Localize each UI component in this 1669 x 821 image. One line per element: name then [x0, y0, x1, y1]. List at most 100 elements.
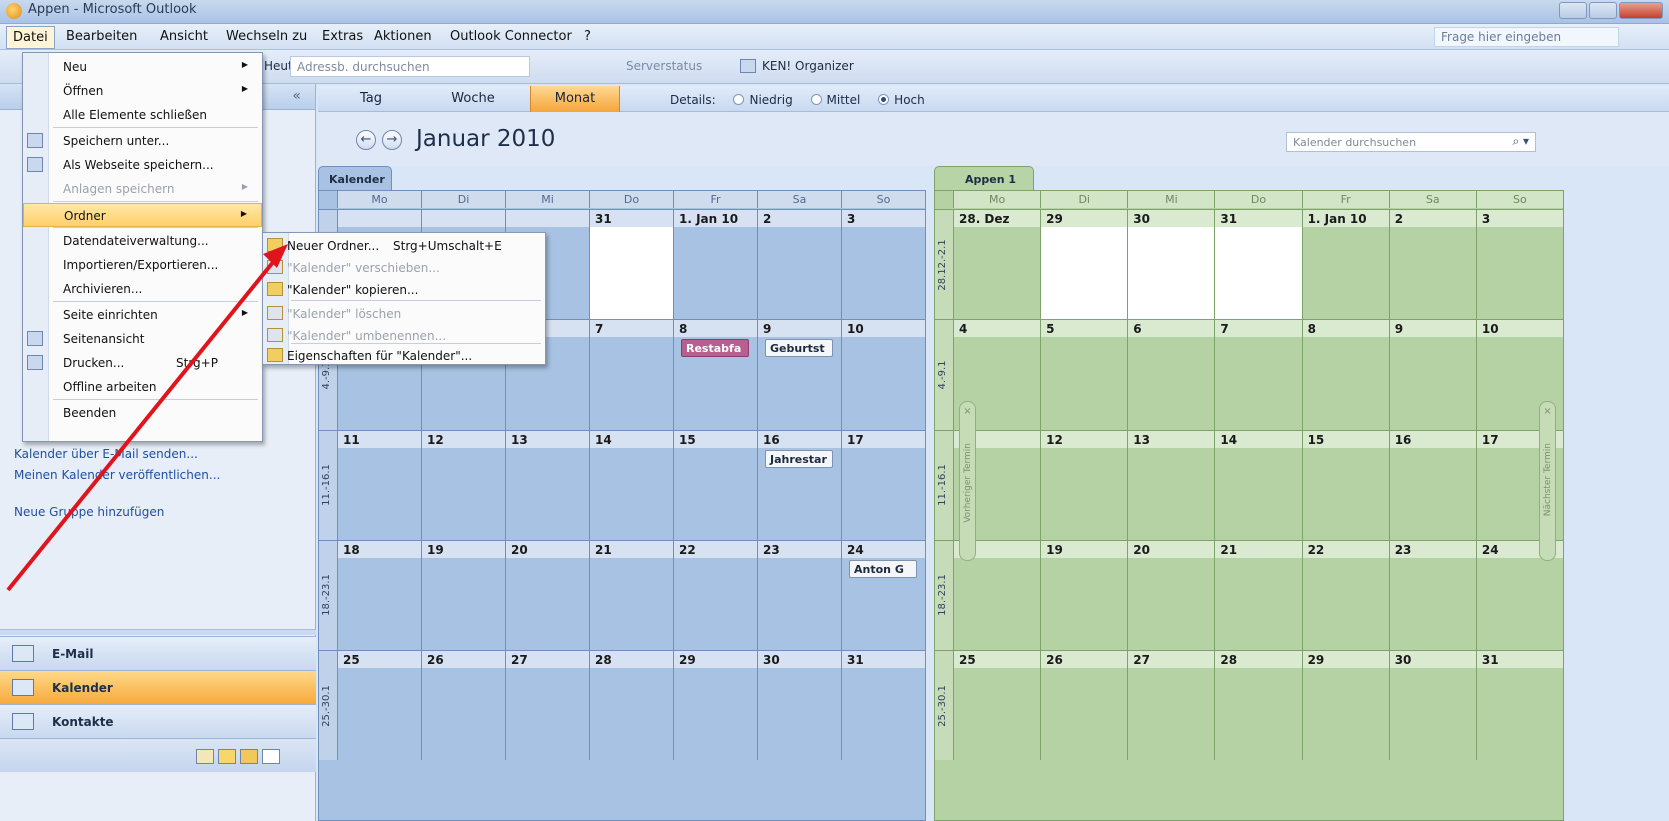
next-month-button[interactable]: →: [382, 130, 402, 150]
prev-month-button[interactable]: ←: [356, 130, 376, 150]
day-cell[interactable]: 20: [1127, 539, 1215, 650]
file-menu-item[interactable]: Drucken... Strg+P: [23, 351, 262, 375]
day-cell[interactable]: 23: [1388, 539, 1476, 650]
day-cell[interactable]: 27: [1127, 650, 1215, 761]
day-cell[interactable]: 9: [1388, 319, 1476, 430]
server-status-button[interactable]: Serverstatus: [626, 59, 702, 73]
file-menu-item[interactable]: Neu ▶: [23, 55, 262, 79]
collapse-icon[interactable]: «: [292, 88, 301, 104]
file-menu-item[interactable]: Speichern unter...: [23, 129, 262, 153]
day-cell[interactable]: 2: [757, 209, 841, 320]
next-appointment-tab[interactable]: × Nächster Termin: [1539, 401, 1556, 561]
day-cell[interactable]: 12: [1040, 429, 1128, 540]
file-menu-item[interactable]: Seitenansicht: [23, 327, 262, 351]
day-cell[interactable]: 3: [1475, 209, 1563, 320]
close-icon[interactable]: ×: [960, 402, 975, 417]
day-cell[interactable]: 26: [1040, 650, 1128, 761]
file-menu-item[interactable]: Seite einrichten ▶: [23, 303, 262, 327]
day-cell[interactable]: 17: [841, 429, 925, 540]
search-icon[interactable]: ⌕ ▾: [1512, 134, 1529, 149]
day-cell[interactable]: 22: [1301, 539, 1389, 650]
folder-submenu-item[interactable]: "Kalender" kopieren...: [263, 279, 545, 301]
day-cell[interactable]: 14: [1214, 429, 1302, 540]
day-cell[interactable]: 19: [1040, 539, 1128, 650]
day-cell[interactable]: 31: [1214, 209, 1302, 320]
day-cell[interactable]: 7: [1214, 319, 1302, 430]
menu-extras[interactable]: Extras: [322, 29, 363, 44]
file-menu-item[interactable]: Als Webseite speichern...: [23, 153, 262, 177]
file-menu-item[interactable]: Beenden: [23, 401, 262, 425]
day-cell[interactable]: 9: [757, 319, 841, 430]
details-low-radio[interactable]: [733, 94, 745, 105]
day-cell[interactable]: 8: [673, 319, 757, 430]
day-cell[interactable]: 21: [1214, 539, 1302, 650]
nav-contacts-button[interactable]: Kontakte: [0, 704, 316, 738]
calendar-tab-appen[interactable]: Appen 1: [934, 166, 1034, 190]
day-cell[interactable]: 29: [673, 650, 757, 761]
day-cell[interactable]: 31: [841, 650, 925, 761]
day-cell[interactable]: 29: [1301, 650, 1389, 761]
day-cell[interactable]: 23: [757, 539, 841, 650]
day-cell[interactable]: 25: [337, 650, 421, 761]
close-button[interactable]: [1619, 2, 1663, 19]
minimize-button[interactable]: [1559, 2, 1587, 19]
day-cell[interactable]: 24: [841, 539, 925, 650]
navpane-splitter[interactable]: [0, 629, 316, 635]
file-menu-item[interactable]: Alle Elemente schließen: [23, 103, 262, 127]
day-cell[interactable]: 14: [589, 429, 673, 540]
file-menu-item[interactable]: Offline arbeiten: [23, 375, 262, 399]
send-calendar-link[interactable]: Kalender über E-Mail senden...: [14, 444, 220, 465]
file-menu-item[interactable]: Ordner ▶: [23, 203, 262, 227]
day-cell[interactable]: 15: [673, 429, 757, 540]
tab-day[interactable]: Tag: [326, 86, 416, 112]
calendar-search-input[interactable]: Kalender durchsuchen ⌕ ▾: [1286, 132, 1536, 152]
prev-appointment-tab[interactable]: × Vorheriger Termin: [959, 401, 976, 561]
appointment[interactable]: Jahrestar: [765, 449, 833, 468]
day-cell[interactable]: 2: [1388, 209, 1476, 320]
day-cell[interactable]: 19: [421, 539, 505, 650]
help-search-input[interactable]: Frage hier eingeben: [1434, 27, 1619, 47]
menu-help[interactable]: ?: [584, 29, 591, 44]
ken-organizer-button[interactable]: KEN! Organizer: [762, 59, 854, 73]
file-menu-item[interactable]: Öffnen ▶: [23, 79, 262, 103]
tasks-icon[interactable]: [218, 749, 236, 764]
day-cell[interactable]: 16: [1388, 429, 1476, 540]
day-cell[interactable]: 13: [505, 429, 589, 540]
day-cell[interactable]: 30: [1388, 650, 1476, 761]
day-cell[interactable]: 27: [505, 650, 589, 761]
day-cell[interactable]: 7: [589, 319, 673, 430]
day-cell[interactable]: 16: [757, 429, 841, 540]
day-cell[interactable]: 13: [1127, 429, 1215, 540]
day-cell[interactable]: 28: [589, 650, 673, 761]
calendar-tab-kalender[interactable]: Kalender: [318, 166, 392, 190]
folder-submenu-item[interactable]: Neuer Ordner... Strg+Umschalt+E: [263, 235, 545, 257]
day-cell[interactable]: 30: [1127, 209, 1215, 320]
tab-week[interactable]: Woche: [428, 86, 518, 112]
file-menu-item[interactable]: Importieren/Exportieren...: [23, 253, 262, 277]
menu-aktionen[interactable]: Aktionen: [374, 29, 432, 44]
day-cell[interactable]: 11: [337, 429, 421, 540]
menu-outlook-connector[interactable]: Outlook Connector: [450, 29, 572, 44]
tab-month[interactable]: Monat: [530, 86, 620, 112]
menu-datei[interactable]: Datei: [6, 26, 55, 49]
shortcuts-icon[interactable]: [262, 749, 280, 764]
maximize-button[interactable]: [1589, 2, 1617, 19]
menu-wechseln-zu[interactable]: Wechseln zu: [226, 29, 307, 44]
menu-bearbeiten[interactable]: Bearbeiten: [66, 29, 137, 44]
day-cell[interactable]: 8: [1301, 319, 1389, 430]
day-cell[interactable]: 25: [953, 650, 1041, 761]
folder-submenu-item[interactable]: Eigenschaften für "Kalender"...: [263, 345, 545, 367]
day-cell[interactable]: 5: [1040, 319, 1128, 430]
details-medium-radio[interactable]: [810, 94, 822, 105]
publish-calendar-link[interactable]: Meinen Kalender veröffentlichen...: [14, 465, 220, 486]
file-menu-item[interactable]: Archivieren...: [23, 277, 262, 301]
day-cell[interactable]: 20: [505, 539, 589, 650]
day-cell[interactable]: 26: [421, 650, 505, 761]
menu-ansicht[interactable]: Ansicht: [160, 29, 208, 44]
day-cell[interactable]: 30: [757, 650, 841, 761]
day-cell[interactable]: 1. Jan 10: [673, 209, 757, 320]
day-cell[interactable]: 31: [1475, 650, 1563, 761]
folder-icon[interactable]: [240, 749, 258, 764]
day-cell[interactable]: 18: [337, 539, 421, 650]
day-cell[interactable]: 31: [589, 209, 673, 320]
